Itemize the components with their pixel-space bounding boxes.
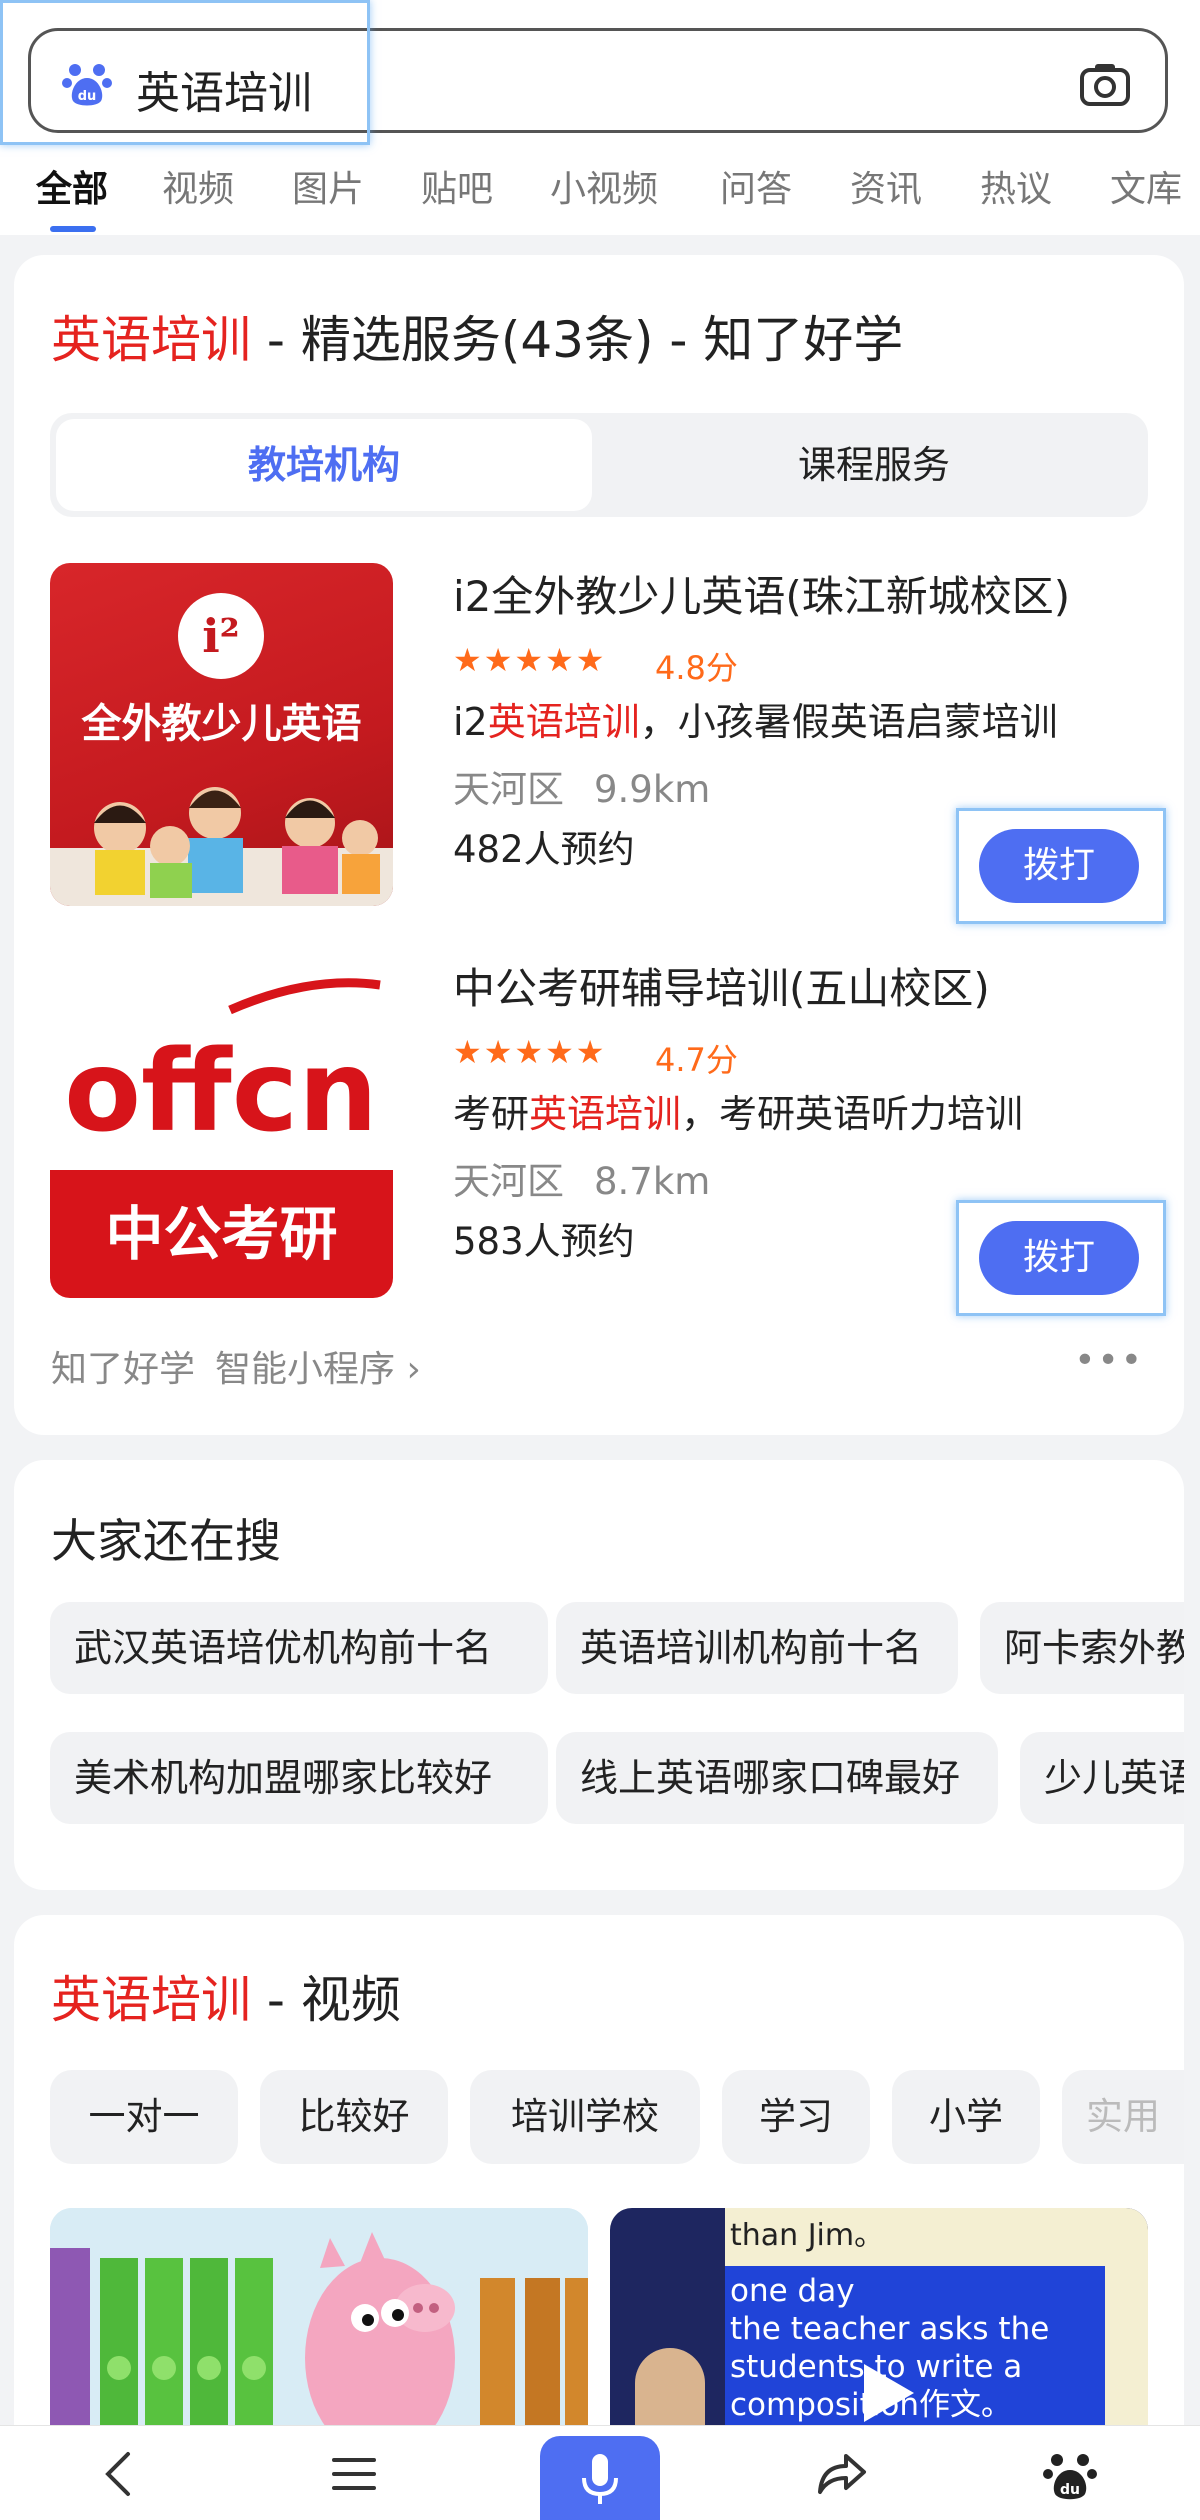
rating-score: 4.8分: [655, 649, 738, 687]
related-search-chip[interactable]: 阿卡索外教: [980, 1602, 1184, 1694]
related-searches-title: 大家还在搜: [51, 1514, 281, 1568]
related-search-chip[interactable]: 武汉英语培优机构前十名: [50, 1602, 548, 1694]
back-icon[interactable]: [90, 2444, 150, 2504]
tab-all[interactable]: 全部: [36, 160, 108, 212]
bottom-navigation: du: [0, 2425, 1200, 2520]
institution-thumbnail[interactable]: offcn 中公考研: [50, 955, 393, 1298]
video-filter-chip[interactable]: 学习: [722, 2070, 870, 2164]
video-filter-chip[interactable]: 比较好: [260, 2070, 448, 2164]
segment-courses[interactable]: 课程服务: [606, 419, 1142, 511]
booking-count: 482人预约: [453, 828, 635, 871]
top-bar: du 英语培训 全部 视频 图片 贴吧 小视频 问答 资讯 热议 文库: [0, 0, 1200, 235]
services-card: 英语培训 - 精选服务(43条) - 知了好学 教培机构 课程服务 i² 全外教…: [14, 255, 1184, 1435]
tab-library[interactable]: 文库: [1110, 160, 1182, 212]
mini-program-link[interactable]: 智能小程序 ›: [215, 1349, 421, 1390]
call-button-highlight: 拨打: [956, 808, 1166, 924]
video-card-title[interactable]: 英语培训 - 视频: [51, 1960, 401, 2032]
institution-name[interactable]: 中公考研辅导培训(五山校区): [453, 955, 990, 1016]
camera-icon[interactable]: [1079, 61, 1131, 107]
video-filter-chip[interactable]: 一对一: [50, 2070, 238, 2164]
related-search-chip[interactable]: 线上英语哪家口碑最好: [556, 1732, 998, 1824]
kids-reading-illustration: [50, 787, 393, 906]
institution-item[interactable]: i² 全外教少儿英语 i2全外教少儿英语(珠江新城校区) ★★★★★ 4.8分 …: [50, 563, 1180, 924]
institution-name[interactable]: i2全外教少儿英语(珠江新城校区): [453, 563, 1070, 624]
tab-discussion[interactable]: 热议: [980, 160, 1052, 212]
result-tabs: 全部 视频 图片 贴吧 小视频 问答 资讯 热议 文库: [0, 150, 1200, 235]
rating-score: 4.7分: [655, 1041, 738, 1079]
thumbnail-caption: 全外教少儿英语: [81, 701, 362, 747]
video-filter-chip[interactable]: 实用: [1062, 2070, 1184, 2164]
more-options-icon[interactable]: •••: [1074, 1340, 1144, 1381]
institution-thumbnail[interactable]: i² 全外教少儿英语: [50, 563, 393, 906]
tab-images[interactable]: 图片: [292, 160, 364, 212]
call-button[interactable]: 拨打: [979, 1221, 1139, 1295]
institution-description: i2英语培训，小孩暑假英语启蒙培训: [453, 700, 1058, 744]
related-searches-card: 大家还在搜 武汉英语培优机构前十名 英语培训机构前十名 阿卡索外教 美术机构加盟…: [14, 1460, 1184, 1890]
call-button[interactable]: 拨打: [979, 829, 1139, 903]
thumbnail-caption: 中公考研: [50, 1170, 393, 1298]
i2-logo: i²: [178, 593, 264, 679]
rating-stars: ★★★★★: [453, 1033, 607, 1071]
related-search-chip[interactable]: 美术机构加盟哪家比较好: [50, 1732, 548, 1824]
video-subtitle-line: than Jim。: [730, 2218, 885, 2253]
rating-stars: ★★★★★: [453, 641, 607, 679]
related-search-chip[interactable]: 少儿英语: [1020, 1732, 1184, 1824]
play-icon[interactable]: [850, 2358, 920, 2428]
tab-qa[interactable]: 问答: [720, 160, 792, 212]
segment-control: 教培机构 课程服务: [50, 413, 1148, 517]
active-tab-indicator: [50, 226, 96, 232]
tab-video[interactable]: 视频: [162, 160, 234, 212]
institution-location: 天河区 8.7km: [453, 1160, 711, 1203]
tab-news[interactable]: 资讯: [850, 160, 922, 212]
institution-item[interactable]: offcn 中公考研 中公考研辅导培训(五山校区) ★★★★★ 4.7分 考研英…: [50, 955, 1180, 1316]
call-button-highlight: 拨打: [956, 1200, 1166, 1316]
search-box[interactable]: du 英语培训: [28, 28, 1168, 133]
related-search-chip[interactable]: 英语培训机构前十名: [556, 1602, 958, 1694]
services-card-title[interactable]: 英语培训 - 精选服务(43条) - 知了好学: [51, 300, 903, 372]
share-icon[interactable]: [812, 2444, 872, 2504]
voice-search-button[interactable]: [540, 2436, 660, 2520]
baidu-paw-icon[interactable]: du: [1040, 2444, 1100, 2504]
institution-location: 天河区 9.9km: [453, 768, 711, 811]
offcn-logo-text: offcn: [64, 1027, 378, 1157]
tab-tieba[interactable]: 贴吧: [421, 160, 493, 212]
video-filter-chip[interactable]: 小学: [892, 2070, 1040, 2164]
video-filter-chip[interactable]: 培训学校: [470, 2070, 700, 2164]
svg-text:du: du: [1060, 2482, 1080, 2498]
tab-short-video[interactable]: 小视频: [550, 160, 658, 212]
menu-icon[interactable]: [324, 2444, 384, 2504]
segment-institutions[interactable]: 教培机构: [56, 419, 592, 511]
search-query-text[interactable]: 英语培训: [136, 57, 312, 121]
offcn-logo: offcn: [64, 978, 381, 1157]
svg-text:du: du: [78, 89, 97, 104]
booking-count: 583人预约: [453, 1220, 635, 1263]
institution-description: 考研英语培训，考研英语听力培训: [453, 1092, 1024, 1136]
baidu-paw-icon[interactable]: du: [61, 56, 113, 108]
source-name: 知了好学: [51, 1349, 196, 1390]
microphone-icon: [582, 2454, 618, 2504]
card-source-footer: 知了好学 智能小程序 ›: [51, 1340, 421, 1392]
